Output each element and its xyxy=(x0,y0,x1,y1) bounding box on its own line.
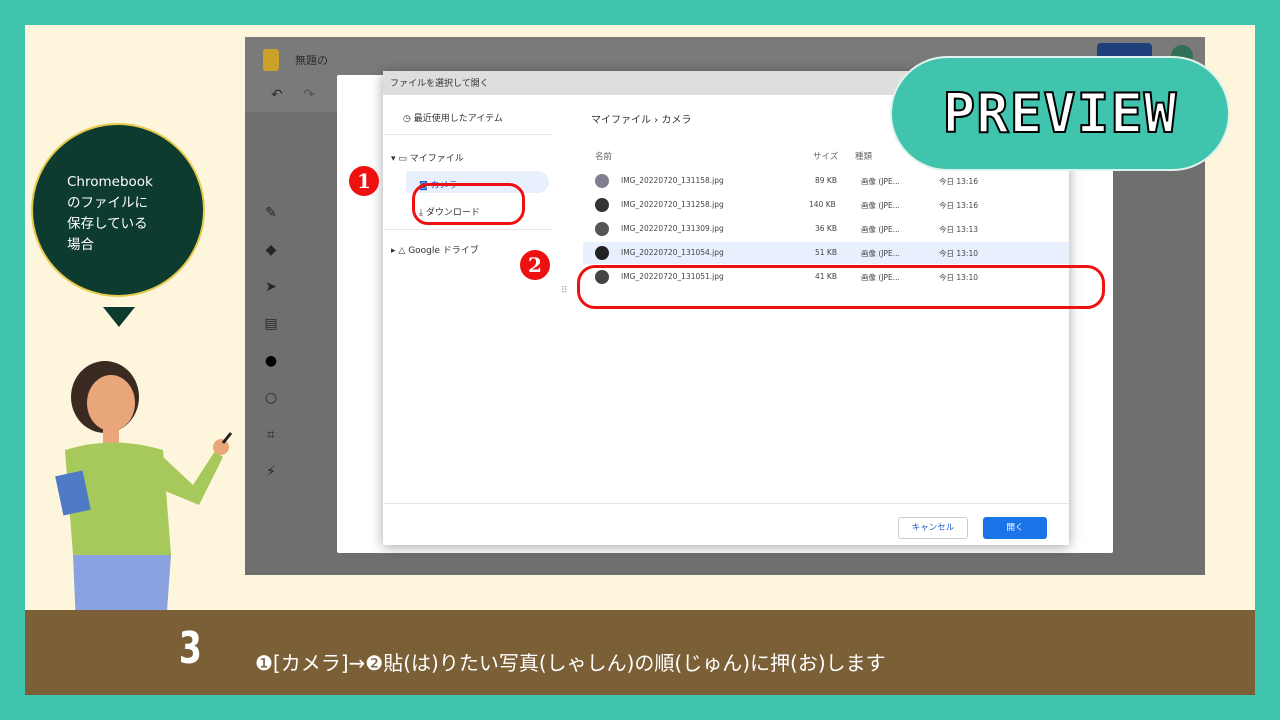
file-row[interactable]: IMG_20220720_131158.jpg 89 KB 画像 (JPE...… xyxy=(583,170,1069,192)
divider xyxy=(383,134,553,135)
redo-icon[interactable]: ↷ xyxy=(303,87,315,103)
select-icon[interactable]: ➤ xyxy=(259,279,283,316)
resize-handle-icon[interactable]: ⠿ xyxy=(561,286,568,296)
clock-icon: ◷ xyxy=(403,114,414,124)
file-date: 今日 13:16 xyxy=(939,201,978,210)
file-row[interactable]: IMG_20220720_131258.jpg 140 KB 画像 (JPE..… xyxy=(583,194,1069,216)
bubble-line: Chromebook xyxy=(67,174,153,190)
file-row-selected[interactable]: IMG_20220720_131054.jpg 51 KB 画像 (JPE...… xyxy=(583,242,1069,264)
nav-drive-label: Google ドライブ xyxy=(408,246,479,256)
divider xyxy=(383,229,553,230)
step-number: 3 xyxy=(178,623,202,674)
nav-google-drive[interactable]: ▸ △ Google ドライブ xyxy=(391,243,479,256)
file-size: 51 KB xyxy=(815,248,837,257)
bubble-line: 場合 xyxy=(67,237,94,253)
file-size: 36 KB xyxy=(815,224,837,233)
circle-icon[interactable]: ○ xyxy=(259,390,283,427)
add-image-icon[interactable]: ● xyxy=(259,353,283,390)
nav-my-files[interactable]: ▾ ▭ マイファイル xyxy=(391,151,464,164)
dialog-title: ファイルを選択して開く xyxy=(390,79,489,89)
file-type: 画像 (JPE... xyxy=(861,249,900,258)
highlight-camera xyxy=(412,183,525,225)
laser-icon[interactable]: ⚡ xyxy=(259,464,283,501)
file-row[interactable]: IMG_20220720_131309.jpg 36 KB 画像 (JPE...… xyxy=(583,218,1069,240)
laptop-icon: ▭ xyxy=(398,154,410,164)
doc-title[interactable]: 無題の xyxy=(295,52,328,68)
undo-icon[interactable]: ↶ xyxy=(271,87,283,103)
file-size: 89 KB xyxy=(815,176,837,185)
thumbnail xyxy=(595,198,609,212)
file-name: IMG_20220720_131309.jpg xyxy=(621,224,724,233)
jamboard-logo-icon xyxy=(263,49,279,71)
textbox-icon[interactable]: ⌗ xyxy=(259,427,283,464)
thumbnail xyxy=(595,174,609,188)
nav-recent-label: 最近使用したアイテム xyxy=(413,114,503,124)
file-type: 画像 (JPE... xyxy=(861,201,900,210)
pen-icon[interactable]: ✎ xyxy=(259,205,283,242)
nav-recent[interactable]: ◷ 最近使用したアイテム xyxy=(403,111,503,124)
file-name: IMG_20220720_131054.jpg xyxy=(621,248,724,257)
file-type: 画像 (JPE... xyxy=(861,225,900,234)
divider xyxy=(383,503,1069,504)
thumbnail xyxy=(595,222,609,236)
file-name: IMG_20220720_131258.jpg xyxy=(621,200,724,209)
speech-bubble-tail xyxy=(103,307,135,327)
drive-icon: △ xyxy=(398,246,409,256)
bubble-text: Chromebook のファイルに 保存している 場合 xyxy=(67,172,187,256)
thumbnail xyxy=(595,246,609,260)
bubble-line: のファイルに xyxy=(67,195,148,211)
file-type: 画像 (JPE... xyxy=(861,177,900,186)
step-marker-1: 1 xyxy=(349,166,379,196)
file-date: 今日 13:13 xyxy=(939,225,978,234)
bubble-line: 保存している xyxy=(67,216,148,232)
highlight-file-row xyxy=(577,265,1105,309)
sticky-note-icon[interactable]: ▤ xyxy=(259,316,283,353)
file-name: IMG_20220720_131158.jpg xyxy=(621,176,724,185)
file-size: 140 KB xyxy=(809,200,836,209)
file-date: 今日 13:16 xyxy=(939,177,978,186)
column-name[interactable]: 名前 xyxy=(595,150,612,162)
tool-palette: ✎ ◆ ➤ ▤ ● ○ ⌗ ⚡ xyxy=(259,205,283,501)
column-size[interactable]: サイズ xyxy=(813,150,838,162)
instruction-text: ❶[カメラ]→❷貼(は)りたい写真(しゃしん)の順(じゅん)に押(お)します xyxy=(255,651,886,675)
preview-label: PREVIEW xyxy=(942,81,1178,146)
open-button[interactable]: 開く xyxy=(983,517,1047,539)
cancel-button[interactable]: キャンセル xyxy=(898,517,968,539)
eraser-icon[interactable]: ◆ xyxy=(259,242,283,279)
slide: 無題の ↶ ↷ ✎ ◆ ➤ ▤ ● ○ ⌗ ⚡ ファイルを選択して開く ◷ 最近… xyxy=(25,25,1255,695)
file-date: 今日 13:10 xyxy=(939,249,978,258)
step-marker-2: 2 xyxy=(520,250,550,280)
nav-my-files-label: マイファイル xyxy=(409,154,464,164)
column-type[interactable]: 種類 xyxy=(855,150,872,162)
breadcrumb[interactable]: マイファイル › カメラ xyxy=(591,111,691,126)
